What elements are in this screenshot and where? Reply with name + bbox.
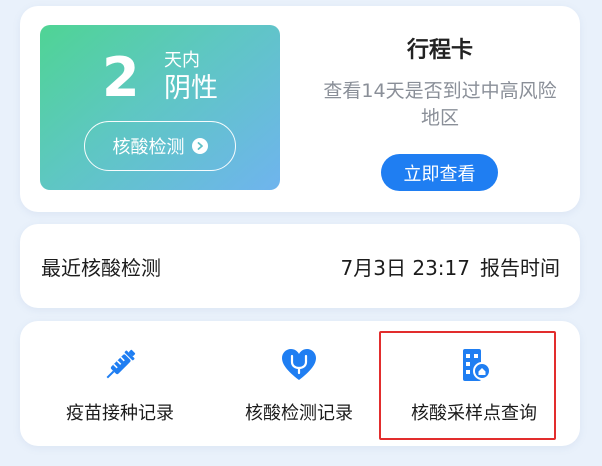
syringe-icon [100,345,140,385]
test-record-label: 核酸检测记录 [245,403,353,424]
hospital-location-icon [454,345,494,385]
vaccine-record-button[interactable]: 疫苗接种记录 [34,321,206,446]
itinerary-description: 查看14天是否到过中高风险地区 [323,80,557,129]
itinerary-title: 行程卡 [406,38,473,63]
sampling-site-query-button[interactable]: 核酸采样点查询 [388,321,560,446]
heart-stethoscope-icon [279,345,319,385]
recent-test-datetime: 7月3日 23:17 [340,256,470,280]
quick-actions-card: 疫苗接种记录 核酸检测记录 核酸采样点查询 [20,321,580,446]
test-record-button[interactable]: 核酸检测记录 [213,321,385,446]
test-result-panel[interactable]: 2 天内 阴性 核酸检测 [40,25,280,190]
vaccine-record-label: 疫苗接种记录 [66,403,174,424]
recent-test-info: 7月3日 23:17 报告时间 [341,252,560,281]
recent-test-card[interactable]: 最近核酸检测 7月3日 23:17 报告时间 [20,224,580,308]
nucleic-test-button[interactable]: 核酸检测 [84,121,236,171]
nucleic-test-button-label: 核酸检测 [112,137,185,158]
report-time-label: 报告时间 [480,256,560,280]
health-code-page: 2 天内 阴性 核酸检测 行程卡 查看14天是否到过中高风险地区 立即查看 最近… [0,0,602,466]
chevron-right-icon [191,138,208,154]
result-within-label: 天内 [164,50,200,71]
result-status: 阴性 [164,73,218,104]
result-days: 2 [102,46,140,109]
sampling-site-query-label: 核酸采样点查询 [411,403,537,424]
status-card: 2 天内 阴性 核酸检测 行程卡 查看14天是否到过中高风险地区 立即查看 [20,6,580,212]
view-now-button[interactable]: 立即查看 [381,154,498,191]
recent-test-label: 最近核酸检测 [41,256,161,280]
